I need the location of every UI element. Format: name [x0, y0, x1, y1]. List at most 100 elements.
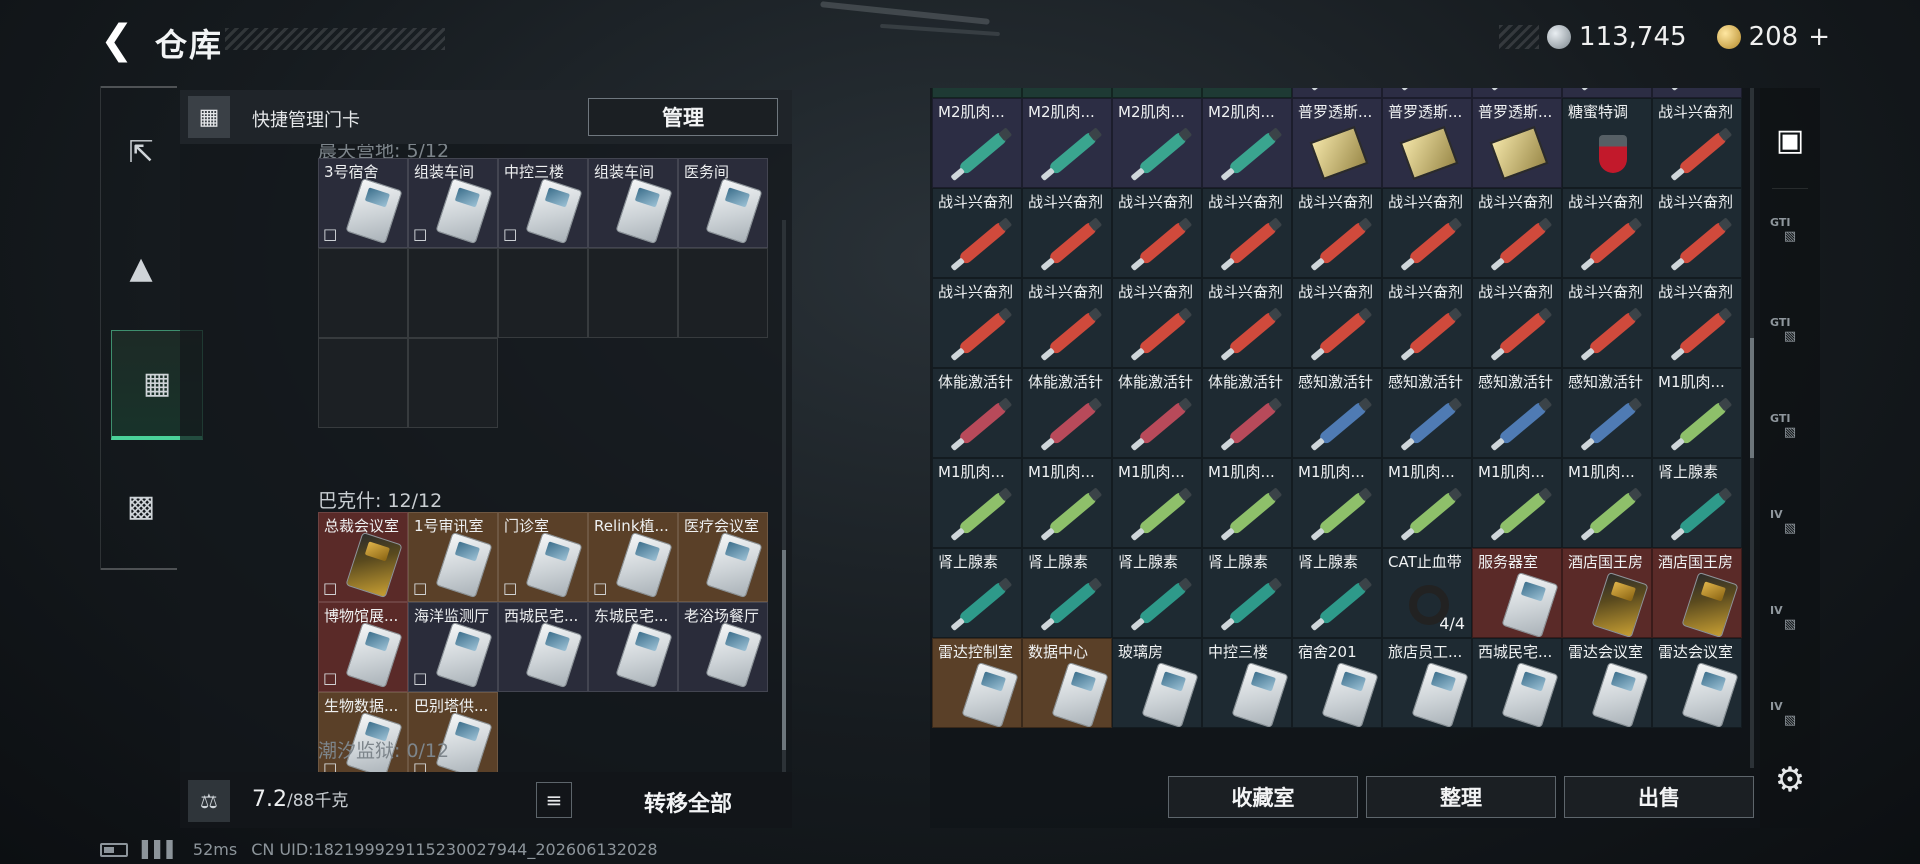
storage-item-slot[interactable]: 战斗兴奋剂: [1472, 188, 1562, 278]
armor-category-icon[interactable]: ▲: [109, 236, 173, 300]
storage-item-slot[interactable]: 普罗透斯...: [1382, 98, 1472, 188]
storage-grid[interactable]: HH急救HH急救HH急救TU急救感知激活针感知激活针M2肌肉...M2肌肉...…: [932, 88, 1747, 768]
storage-item-slot[interactable]: 中控三楼: [1202, 638, 1292, 728]
storage-item-slot[interactable]: 酒店国王房: [1562, 548, 1652, 638]
storage-item-slot[interactable]: 战斗兴奋剂: [1472, 278, 1562, 368]
add-currency-button[interactable]: +: [1808, 22, 1830, 52]
empty-slot[interactable]: [318, 338, 408, 428]
storage-item-slot[interactable]: 服务器室: [1472, 548, 1562, 638]
storage-item-slot[interactable]: 西城民宅...: [1472, 638, 1562, 728]
storage-item-slot[interactable]: 数据中心: [1022, 638, 1112, 728]
storage-item-slot[interactable]: 宿舍201: [1292, 638, 1382, 728]
storage-item-slot[interactable]: 感知激活针: [1292, 88, 1382, 98]
storage-item-slot[interactable]: M2肌肉...: [932, 98, 1022, 188]
storage-item-slot[interactable]: M2肌肉...: [1562, 88, 1652, 98]
storage-item-slot[interactable]: TU急救: [1202, 88, 1292, 98]
storage-item-slot[interactable]: 战斗兴奋剂: [1292, 278, 1382, 368]
storage-item-slot[interactable]: 肾上腺素: [932, 548, 1022, 638]
empty-slot[interactable]: [408, 338, 498, 428]
keycard-slot[interactable]: Relink植... □: [588, 512, 678, 602]
storage-item-slot[interactable]: 糖蜜特调: [1562, 98, 1652, 188]
storage-item-slot[interactable]: 肾上腺素: [1652, 458, 1742, 548]
storage-item-slot[interactable]: M2肌肉...: [1202, 98, 1292, 188]
storage-item-slot[interactable]: 战斗兴奋剂: [1562, 278, 1652, 368]
storage-item-slot[interactable]: HH急救: [1022, 88, 1112, 98]
toolbox-category-icon[interactable]: ▩: [109, 474, 173, 538]
storage-item-slot[interactable]: HH急救: [1112, 88, 1202, 98]
storage-item-slot[interactable]: 玻璃房: [1112, 638, 1202, 728]
empty-slot[interactable]: [588, 248, 678, 338]
storage-item-slot[interactable]: 战斗兴奋剂: [1652, 278, 1742, 368]
tab-gti-1[interactable]: GTI ▧: [1768, 214, 1812, 258]
storage-item-slot[interactable]: 肾上腺素: [1112, 548, 1202, 638]
storage-item-slot[interactable]: M1肌肉...: [1652, 368, 1742, 458]
tab-iv-3[interactable]: IV ▧: [1768, 698, 1812, 742]
storage-item-slot[interactable]: HH急救: [932, 88, 1022, 98]
storage-item-slot[interactable]: 肾上腺素: [1202, 548, 1292, 638]
storage-item-slot[interactable]: M2肌肉...: [1022, 98, 1112, 188]
storage-item-slot[interactable]: M1肌肉...: [1112, 458, 1202, 548]
keycard-slot[interactable]: 医务间: [678, 158, 768, 248]
keycard-slot[interactable]: 组装车间 □: [408, 158, 498, 248]
storage-item-slot[interactable]: 感知激活针: [1382, 368, 1472, 458]
storage-item-slot[interactable]: 战斗兴奋剂: [1202, 278, 1292, 368]
storage-item-slot[interactable]: 酒店国王房: [1652, 548, 1742, 638]
storage-item-slot[interactable]: 战斗兴奋剂: [1382, 188, 1472, 278]
tab-iv-1[interactable]: IV ▧: [1768, 506, 1812, 550]
storage-item-slot[interactable]: M1肌肉...: [1202, 458, 1292, 548]
storage-item-slot[interactable]: 战斗兴奋剂: [1022, 278, 1112, 368]
keycard-slot[interactable]: 老浴场餐厅: [678, 602, 768, 692]
empty-slot[interactable]: [498, 248, 588, 338]
keycard-slot[interactable]: 海洋监测厅 □: [408, 602, 498, 692]
keycard-scrollbar[interactable]: [782, 220, 786, 780]
storage-item-slot[interactable]: 体能激活针: [932, 368, 1022, 458]
storage-item-slot[interactable]: M1肌肉...: [1562, 458, 1652, 548]
storage-item-slot[interactable]: 感知激活针: [1292, 368, 1382, 458]
transfer-all-button[interactable]: 转移全部: [598, 786, 778, 818]
storage-item-slot[interactable]: 雷达会议室: [1652, 638, 1742, 728]
storage-item-slot[interactable]: 体能激活针: [1022, 368, 1112, 458]
storage-item-slot[interactable]: 战斗兴奋剂: [1652, 98, 1742, 188]
storage-item-slot[interactable]: 普罗透斯...: [1472, 98, 1562, 188]
storage-item-slot[interactable]: 战斗兴奋剂: [932, 278, 1022, 368]
sell-button[interactable]: 出售: [1564, 776, 1754, 818]
storage-item-slot[interactable]: 普罗透斯...: [1292, 98, 1382, 188]
tab-gti-3[interactable]: GTI ▧: [1768, 410, 1812, 454]
empty-slot[interactable]: [678, 248, 768, 338]
storage-item-slot[interactable]: CAT止血带 4/4: [1382, 548, 1472, 638]
tab-gti-2[interactable]: GTI ▧: [1768, 314, 1812, 358]
scrollbar-thumb[interactable]: [782, 550, 786, 750]
back-arrow-icon[interactable]: ❮: [100, 20, 136, 60]
storage-item-slot[interactable]: 战斗兴奋剂: [1112, 278, 1202, 368]
collection-room-button[interactable]: 收藏室: [1168, 776, 1358, 818]
empty-slot[interactable]: [318, 248, 408, 338]
weapon-category-icon[interactable]: ⇱: [109, 120, 173, 184]
storage-item-slot[interactable]: 雷达会议室: [1562, 638, 1652, 728]
storage-item-slot[interactable]: 战斗兴奋剂: [1202, 188, 1292, 278]
storage-item-slot[interactable]: 战斗兴奋剂: [1112, 188, 1202, 278]
empty-slot[interactable]: [408, 248, 498, 338]
keycard-slot[interactable]: 医疗会议室: [678, 512, 768, 602]
keycard-slot[interactable]: 总裁会议室 □: [318, 512, 408, 602]
storage-item-slot[interactable]: M1肌肉...: [932, 458, 1022, 548]
list-view-icon[interactable]: ≡: [536, 782, 572, 818]
manage-button[interactable]: 管理: [588, 98, 778, 136]
keycard-slot[interactable]: 1号审讯室 □: [408, 512, 498, 602]
storage-item-slot[interactable]: 战斗兴奋剂: [1382, 278, 1472, 368]
settings-gear-icon[interactable]: ⚙: [1772, 762, 1808, 798]
keycard-slot[interactable]: 3号宿舍 □: [318, 158, 408, 248]
storage-item-slot[interactable]: 战斗兴奋剂: [1652, 188, 1742, 278]
sort-button[interactable]: 整理: [1366, 776, 1556, 818]
keycard-list[interactable]: 晨天营地: 5/12 3号宿舍 □ 组装车间 □ 中控三楼 □ 组装车间 医务间 巴克…: [180, 144, 792, 772]
storage-item-slot[interactable]: 战斗兴奋剂: [932, 188, 1022, 278]
storage-item-slot[interactable]: 感知激活针: [1382, 88, 1472, 98]
scrollbar-thumb[interactable]: [1750, 338, 1754, 458]
keycard-slot[interactable]: 博物馆展... □: [318, 602, 408, 692]
keycard-slot[interactable]: 东城民宅...: [588, 602, 678, 692]
storage-item-slot[interactable]: 雷达控制室: [932, 638, 1022, 728]
keycard-slot[interactable]: 门诊室 □: [498, 512, 588, 602]
all-storage-tab-icon[interactable]: ▣: [1768, 118, 1812, 162]
storage-item-slot[interactable]: 战斗兴奋剂: [1562, 188, 1652, 278]
storage-item-slot[interactable]: 感知激活针: [1472, 368, 1562, 458]
storage-item-slot[interactable]: M2肌肉...: [1652, 88, 1742, 98]
